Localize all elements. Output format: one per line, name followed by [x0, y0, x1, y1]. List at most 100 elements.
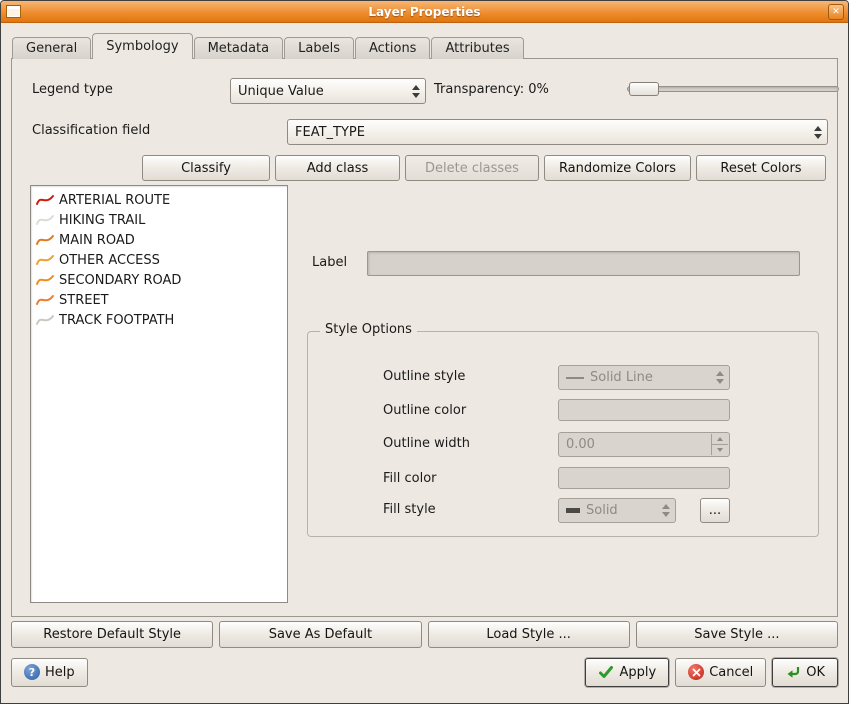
tab-label: Metadata	[208, 41, 270, 56]
enter-arrow-icon	[785, 664, 801, 680]
button-label: Load Style ...	[486, 627, 571, 642]
button-label: Cancel	[709, 665, 753, 680]
button-label: ...	[709, 503, 721, 518]
line-symbol-icon	[35, 193, 55, 207]
button-label: Add class	[307, 161, 369, 176]
list-item[interactable]: STREET	[33, 290, 285, 310]
class-label: MAIN ROAD	[59, 233, 135, 248]
delete-classes-button: Delete classes	[405, 155, 539, 181]
tab-metadata[interactable]: Metadata	[194, 37, 284, 59]
chevron-up-down-icon	[711, 367, 728, 388]
check-icon	[598, 664, 614, 680]
button-label: Randomize Colors	[559, 161, 676, 176]
button-label: Reset Colors	[720, 161, 801, 176]
restore-default-style-button[interactable]: Restore Default Style	[11, 621, 213, 648]
list-item[interactable]: SECONDARY ROAD	[33, 270, 285, 290]
symbol-class-list[interactable]: ARTERIAL ROUTE HIKING TRAIL MAIN ROAD OT…	[30, 185, 288, 603]
cancel-button[interactable]: Cancel	[675, 658, 766, 687]
outline-style-value: Solid Line	[590, 370, 653, 385]
button-label: Apply	[619, 665, 656, 680]
fill-color-button	[558, 467, 730, 489]
classification-field-value: FEAT_TYPE	[295, 125, 365, 140]
line-symbol-icon	[35, 273, 55, 287]
fill-style-label: Fill style	[383, 502, 436, 517]
button-label: Help	[45, 665, 75, 680]
title-bar[interactable]: Layer Properties ✕	[1, 1, 848, 23]
button-label: Classify	[181, 161, 231, 176]
style-options-title: Style Options	[320, 322, 417, 337]
ok-button[interactable]: OK	[772, 658, 838, 687]
window-title: Layer Properties	[1, 5, 848, 19]
button-label: Delete classes	[425, 161, 519, 176]
help-icon: ?	[24, 664, 40, 680]
classification-field-select[interactable]: FEAT_TYPE	[287, 119, 828, 145]
close-button[interactable]: ✕	[828, 4, 844, 20]
class-label: ARTERIAL ROUTE	[59, 193, 170, 208]
outline-style-label: Outline style	[383, 369, 465, 384]
classification-field-label: Classification field	[32, 123, 150, 138]
tab-symbology[interactable]: Symbology	[92, 33, 192, 59]
randomize-colors-button[interactable]: Randomize Colors	[544, 155, 691, 181]
layer-properties-dialog: Layer Properties ✕ General Symbology Met…	[0, 0, 849, 704]
symbology-panel: Legend type Unique Value Transparency: 0…	[11, 58, 838, 617]
class-label: TRACK FOOTPATH	[59, 313, 174, 328]
legend-type-label: Legend type	[32, 82, 113, 97]
chevron-up-down-icon	[809, 121, 826, 143]
fill-style-more-button[interactable]: ...	[700, 498, 730, 523]
tab-label: General	[26, 41, 77, 56]
class-label: STREET	[59, 293, 109, 308]
line-symbol-icon	[35, 293, 55, 307]
tab-bar: General Symbology Metadata Labels Action…	[12, 33, 525, 59]
transparency-slider[interactable]	[627, 86, 839, 92]
list-item[interactable]: MAIN ROAD	[33, 230, 285, 250]
tab-label: Actions	[369, 41, 417, 56]
class-label: OTHER ACCESS	[59, 253, 160, 268]
load-style-button[interactable]: Load Style ...	[428, 621, 630, 648]
line-symbol-icon	[35, 253, 55, 267]
solid-line-icon	[566, 377, 584, 379]
legend-type-select[interactable]: Unique Value	[230, 78, 426, 104]
transparency-label: Transparency: 0%	[434, 82, 549, 97]
button-label: Save Style ...	[694, 627, 779, 642]
save-style-button[interactable]: Save Style ...	[636, 621, 838, 648]
save-as-default-button[interactable]: Save As Default	[219, 621, 421, 648]
list-item[interactable]: HIKING TRAIL	[33, 210, 285, 230]
outline-width-spinner: 0.00	[558, 432, 730, 457]
tab-general[interactable]: General	[12, 37, 91, 59]
dialog-footer: ? Help Apply Cancel OK	[11, 656, 838, 688]
line-symbol-icon	[35, 233, 55, 247]
label-input	[367, 251, 800, 276]
tab-actions[interactable]: Actions	[355, 37, 431, 59]
apply-button[interactable]: Apply	[585, 658, 669, 687]
transparency-slider-handle[interactable]	[629, 82, 659, 96]
list-item[interactable]: ARTERIAL ROUTE	[33, 190, 285, 210]
list-item[interactable]: OTHER ACCESS	[33, 250, 285, 270]
classify-button[interactable]: Classify	[142, 155, 270, 181]
tab-label: Attributes	[445, 41, 509, 56]
class-label: HIKING TRAIL	[59, 213, 145, 228]
button-label: OK	[806, 665, 825, 680]
tab-attributes[interactable]: Attributes	[431, 37, 523, 59]
label-field-label: Label	[312, 255, 347, 270]
chevron-up-down-icon	[657, 500, 674, 521]
line-symbol-icon	[35, 313, 55, 327]
add-class-button[interactable]: Add class	[275, 155, 400, 181]
tab-labels[interactable]: Labels	[284, 37, 354, 59]
style-buttons-row: Restore Default Style Save As Default Lo…	[11, 621, 838, 648]
outline-width-label: Outline width	[383, 436, 470, 451]
fill-color-label: Fill color	[383, 471, 437, 486]
outline-style-select: Solid Line	[558, 365, 730, 390]
solid-fill-icon	[566, 508, 580, 513]
reset-colors-button[interactable]: Reset Colors	[696, 155, 826, 181]
line-symbol-icon	[35, 213, 55, 227]
list-item[interactable]: TRACK FOOTPATH	[33, 310, 285, 330]
close-icon: ✕	[832, 7, 840, 17]
help-button[interactable]: ? Help	[11, 658, 88, 687]
chevron-up-down-icon	[407, 80, 424, 102]
legend-type-value: Unique Value	[238, 84, 324, 99]
tab-label: Labels	[298, 41, 340, 56]
tab-label: Symbology	[106, 39, 178, 54]
button-label: Save As Default	[269, 627, 372, 642]
outline-color-button	[558, 399, 730, 421]
outline-width-value: 0.00	[566, 437, 595, 452]
